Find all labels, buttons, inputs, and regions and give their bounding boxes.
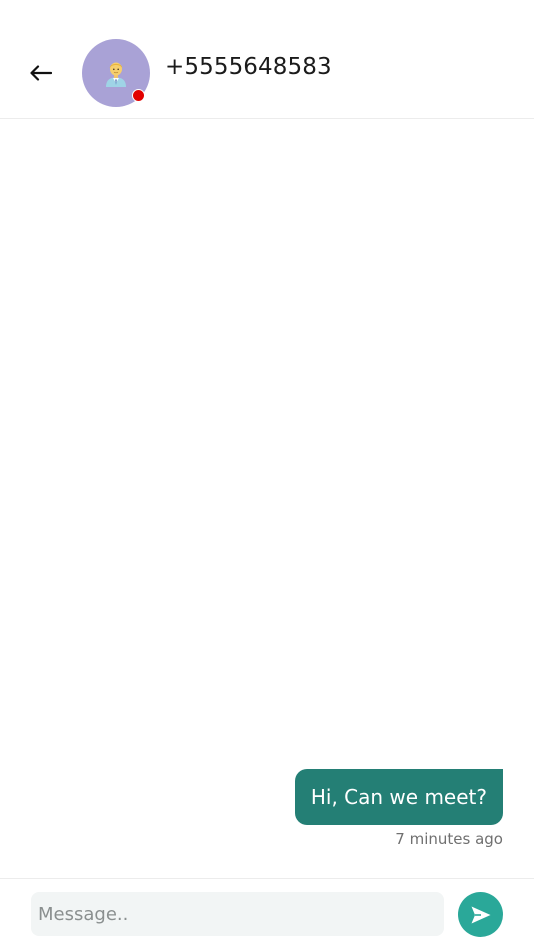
message-bubble[interactable]: Hi, Can we meet? [294, 769, 503, 825]
status-indicator [132, 89, 145, 102]
arrow-left-icon [30, 65, 52, 81]
back-button[interactable] [26, 58, 56, 88]
message-input[interactable] [31, 892, 444, 936]
send-icon [471, 906, 490, 923]
message-composer [0, 878, 534, 950]
contact-name: +5555648583 [165, 54, 332, 80]
chat-screen: +5555648583 Hi, Can we meet? 7 minutes a… [0, 0, 534, 950]
message-list: Hi, Can we meet? 7 minutes ago [0, 120, 534, 878]
person-avatar-icon [106, 62, 126, 87]
message-timestamp: 7 minutes ago [395, 830, 503, 848]
chat-header: +5555648583 [0, 0, 534, 119]
send-button[interactable] [458, 892, 503, 937]
